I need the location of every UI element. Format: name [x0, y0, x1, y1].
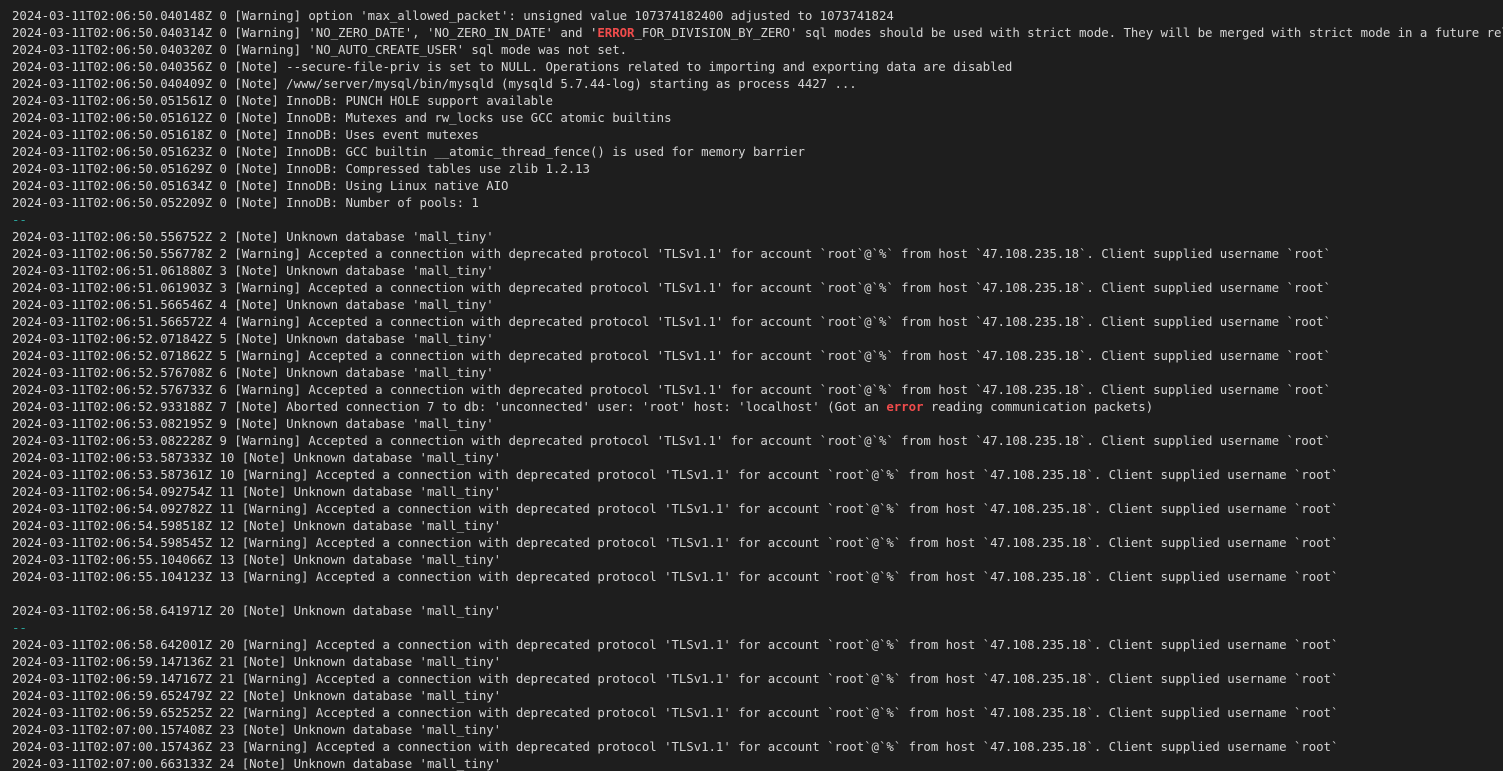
log-line: 2024-03-11T02:06:50.040356Z 0 [Note] --s…: [12, 59, 1013, 74]
log-line: 2024-03-11T02:06:50.051612Z 0 [Note] Inn…: [12, 110, 672, 125]
log-line: 2024-03-11T02:06:54.598545Z 12 [Warning]…: [12, 535, 1339, 550]
log-line: 2024-03-11T02:06:53.082228Z 9 [Warning] …: [12, 433, 1331, 448]
log-line: 2024-03-11T02:06:53.587361Z 10 [Warning]…: [12, 467, 1339, 482]
log-line: 2024-03-11T02:06:50.051623Z 0 [Note] Inn…: [12, 144, 805, 159]
log-line: 2024-03-11T02:06:55.104123Z 13 [Warning]…: [12, 569, 1339, 584]
log-line: 2024-03-11T02:06:54.598518Z 12 [Note] Un…: [12, 518, 502, 533]
log-line: 2024-03-11T02:06:59.147136Z 21 [Note] Un…: [12, 654, 502, 669]
log-separator: --: [12, 619, 1503, 636]
separator-text: --: [12, 620, 27, 635]
log-line: 2024-03-11T02:06:50.052209Z 0 [Note] Inn…: [12, 195, 479, 210]
log-line: 2024-03-11T02:06:50.051634Z 0 [Note] Inn…: [12, 178, 509, 193]
log-line: 2024-03-11T02:06:51.566572Z 4 [Warning] …: [12, 314, 1331, 329]
highlighted-keyword: ERROR: [597, 25, 635, 40]
log-line: 2024-03-11T02:06:50.040148Z 0 [Warning] …: [12, 8, 894, 23]
log-line: 2024-03-11T02:06:55.104066Z 13 [Note] Un…: [12, 552, 502, 567]
log-line: 2024-03-11T02:06:52.576708Z 6 [Note] Unk…: [12, 365, 494, 380]
log-line: 2024-03-11T02:06:59.652525Z 22 [Warning]…: [12, 705, 1339, 720]
log-line: 2024-03-11T02:06:53.587333Z 10 [Note] Un…: [12, 450, 502, 465]
log-line: 2024-03-11T02:06:50.556752Z 2 [Note] Unk…: [12, 229, 494, 244]
log-line: 2024-03-11T02:06:50.040409Z 0 [Note] /ww…: [12, 76, 857, 91]
log-line: 2024-03-11T02:06:52.071862Z 5 [Warning] …: [12, 348, 1331, 363]
log-line: 2024-03-11T02:06:59.652479Z 22 [Note] Un…: [12, 688, 502, 703]
highlighted-keyword: error: [886, 399, 924, 414]
log-line: 2024-03-11T02:06:52.933188Z 7 [Note] Abo…: [12, 399, 1154, 414]
log-separator: --: [12, 211, 1503, 228]
log-line: 2024-03-11T02:06:53.082195Z 9 [Note] Unk…: [12, 416, 494, 431]
terminal-window[interactable]: 2024-03-11T02:06:50.040148Z 0 [Warning] …: [0, 0, 1503, 771]
log-line: 2024-03-11T02:06:58.641971Z 20 [Note] Un…: [12, 603, 502, 618]
log-line: 2024-03-11T02:06:52.576733Z 6 [Warning] …: [12, 382, 1331, 397]
log-line: 2024-03-11T02:06:50.040320Z 0 [Warning] …: [12, 42, 628, 57]
log-line: 2024-03-11T02:06:51.061903Z 3 [Warning] …: [12, 280, 1331, 295]
log-line: 2024-03-11T02:06:50.040314Z 0 [Warning] …: [12, 25, 1503, 40]
log-line: 2024-03-11T02:06:51.061880Z 3 [Note] Unk…: [12, 263, 494, 278]
log-line: 2024-03-11T02:06:50.556778Z 2 [Warning] …: [12, 246, 1331, 261]
log-line: 2024-03-11T02:07:00.663133Z 24 [Note] Un…: [12, 756, 502, 771]
log-line: 2024-03-11T02:06:54.092782Z 11 [Warning]…: [12, 501, 1339, 516]
log-line: 2024-03-11T02:07:00.157408Z 23 [Note] Un…: [12, 722, 502, 737]
log-line: 2024-03-11T02:06:50.051618Z 0 [Note] Inn…: [12, 127, 479, 142]
log-line: 2024-03-11T02:06:50.051561Z 0 [Note] Inn…: [12, 93, 553, 108]
log-line: 2024-03-11T02:06:51.566546Z 4 [Note] Unk…: [12, 297, 494, 312]
log-line: 2024-03-11T02:07:00.157436Z 23 [Warning]…: [12, 739, 1339, 754]
log-output[interactable]: 2024-03-11T02:06:50.040148Z 0 [Warning] …: [12, 7, 1503, 771]
log-line: 2024-03-11T02:06:59.147167Z 21 [Warning]…: [12, 671, 1339, 686]
separator-text: --: [12, 212, 27, 227]
log-line: 2024-03-11T02:06:50.051629Z 0 [Note] Inn…: [12, 161, 590, 176]
log-line: 2024-03-11T02:06:54.092754Z 11 [Note] Un…: [12, 484, 502, 499]
log-line: 2024-03-11T02:06:58.642001Z 20 [Warning]…: [12, 637, 1339, 652]
log-line: 2024-03-11T02:06:52.071842Z 5 [Note] Unk…: [12, 331, 494, 346]
